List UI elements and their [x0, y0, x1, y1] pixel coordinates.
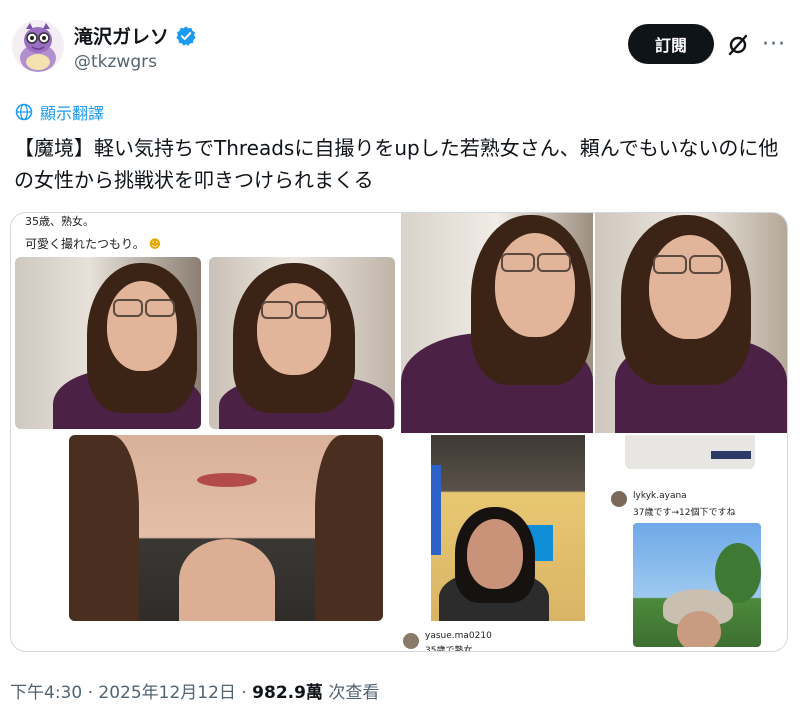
- more-icon[interactable]: ···: [762, 32, 786, 57]
- reply-text-2: 35歳で熟女...: [425, 646, 482, 652]
- views-count: 982.9萬: [252, 683, 323, 703]
- tweet-text: 【魔境】軽い気持ちでThreadsに自撮りをupした若熟女さん、頼んでもいないの…: [14, 136, 779, 192]
- tweet-date[interactable]: 2025年12月12日: [98, 683, 236, 703]
- selfie-photo-4[interactable]: [595, 213, 787, 433]
- media-selfies-large[interactable]: [401, 213, 787, 433]
- author-display-name[interactable]: 滝沢ガレソ: [74, 22, 169, 49]
- tweet-meta: 下午4:30 · 2025年12月12日 · 982.9萬 次查看: [10, 678, 379, 703]
- meta-separator: ·: [241, 683, 253, 703]
- verified-badge-icon[interactable]: [175, 25, 197, 47]
- reply-avatar-2[interactable]: [403, 633, 419, 649]
- meta-separator: ·: [87, 683, 99, 703]
- smile-emoji-icon: ☻: [148, 237, 162, 251]
- grok-icon[interactable]: [726, 33, 750, 57]
- views-label: 次查看: [328, 683, 380, 703]
- post-caption-text: 可愛く撮れたつもり。 ☻: [25, 237, 162, 251]
- reply-text-1: 37歳です→12個下ですね: [633, 508, 736, 518]
- selfie-photo-1[interactable]: [15, 257, 201, 429]
- media-threads-post[interactable]: 35歳、熟女。 可愛く撮れたつもり。 ☻: [11, 213, 399, 433]
- reply-username-1[interactable]: lykyk.ayana: [633, 491, 687, 501]
- tweet-media[interactable]: 35歳、熟女。 可愛く撮れたつもり。 ☻ lykyk.ayana 37歳です→1…: [10, 212, 788, 652]
- outdoor-photo[interactable]: [633, 523, 761, 647]
- translate-label: 顯示翻譯: [40, 104, 105, 123]
- selfie-photo-3[interactable]: [401, 213, 593, 433]
- post-caption-age: 35歳、熟女。: [25, 215, 94, 228]
- author-name-row: 滝沢ガレソ: [74, 22, 197, 49]
- tweet-time[interactable]: 下午4:30: [10, 683, 82, 703]
- cartoon-dragon-avatar-icon: [12, 20, 64, 72]
- translate-link[interactable]: 顯示翻譯: [14, 100, 104, 124]
- reply-avatar-1[interactable]: [611, 491, 627, 507]
- author-handle[interactable]: @tkzwgrs: [74, 52, 157, 72]
- reply-selfie-photo[interactable]: [431, 435, 585, 621]
- subscribe-button[interactable]: 訂閱: [628, 24, 714, 64]
- globe-icon: [15, 103, 33, 121]
- closeup-photo[interactable]: [69, 435, 383, 621]
- reply-username-2[interactable]: yasue.ma0210: [425, 631, 492, 641]
- author-avatar[interactable]: [12, 20, 64, 72]
- reply-post[interactable]: lykyk.ayana 37歳です→12個下ですね: [611, 435, 787, 651]
- selfie-photo-2[interactable]: [209, 257, 395, 429]
